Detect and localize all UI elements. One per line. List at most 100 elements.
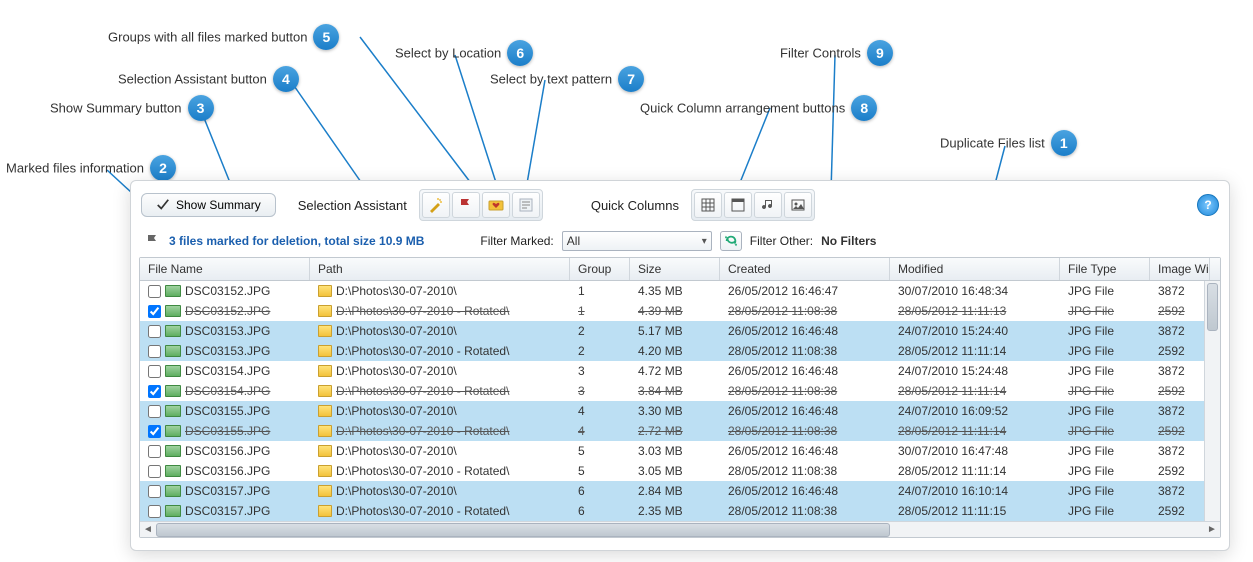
callout-5: Groups with all files marked button5 [108,24,339,50]
horizontal-scrollbar[interactable]: ◄ ► [140,521,1220,537]
file-type: JPG File [1060,484,1150,498]
file-created: 26/05/2012 16:46:48 [720,404,890,418]
file-created: 26/05/2012 16:46:47 [720,284,890,298]
quick-columns-image-button[interactable] [784,192,812,218]
file-size: 3.84 MB [630,384,720,398]
vertical-scrollbar[interactable] [1204,281,1220,521]
selection-wizard-button[interactable] [422,192,450,218]
row-checkbox[interactable] [148,505,161,518]
vertical-scroll-thumb[interactable] [1207,283,1218,331]
window-icon [730,197,746,213]
col-header-group[interactable]: Group [570,258,630,280]
file-thumbnail-icon [165,305,181,317]
col-header-type[interactable]: File Type [1060,258,1150,280]
file-name: DSC03152.JPG [185,284,270,298]
table-row[interactable]: DSC03155.JPGD:\Photos\30-07-2010\43.30 M… [140,401,1220,421]
file-group: 4 [570,424,630,438]
file-path: D:\Photos\30-07-2010\ [336,364,457,378]
file-name: DSC03152.JPG [185,304,270,318]
folder-icon [318,345,332,357]
file-type: JPG File [1060,424,1150,438]
file-path: D:\Photos\30-07-2010\ [336,324,457,338]
row-checkbox[interactable] [148,485,161,498]
file-name: DSC03154.JPG [185,384,270,398]
file-modified: 24/07/2010 15:24:48 [890,364,1060,378]
col-header-modified[interactable]: Modified [890,258,1060,280]
file-thumbnail-icon [165,365,181,377]
flag-icon [145,233,161,249]
file-modified: 24/07/2010 15:24:40 [890,324,1060,338]
help-button[interactable]: ? [1197,194,1219,216]
quick-columns-grid-button[interactable] [694,192,722,218]
row-checkbox[interactable] [148,405,161,418]
table-row[interactable]: DSC03153.JPGD:\Photos\30-07-2010 - Rotat… [140,341,1220,361]
scroll-right-button[interactable]: ► [1204,523,1220,537]
file-type: JPG File [1060,344,1150,358]
col-header-image-width[interactable]: Image Width [1150,258,1210,280]
filter-other-value: No Filters [821,234,876,248]
groups-all-marked-button[interactable] [452,192,480,218]
file-thumbnail-icon [165,425,181,437]
file-name: DSC03153.JPG [185,344,270,358]
filter-refresh-button[interactable] [720,231,742,251]
table-row[interactable]: DSC03154.JPGD:\Photos\30-07-2010 - Rotat… [140,381,1220,401]
row-checkbox[interactable] [148,465,161,478]
selection-assistant-group [419,189,543,221]
table-row[interactable]: DSC03156.JPGD:\Photos\30-07-2010\53.03 M… [140,441,1220,461]
folder-icon [318,285,332,297]
file-created: 26/05/2012 16:46:48 [720,484,890,498]
quick-columns-group [691,189,815,221]
folder-icon [318,485,332,497]
file-size: 2.72 MB [630,424,720,438]
quick-columns-window-button[interactable] [724,192,752,218]
table-row[interactable]: DSC03153.JPGD:\Photos\30-07-2010\25.17 M… [140,321,1220,341]
select-by-text-pattern-button[interactable] [512,192,540,218]
file-thumbnail-icon [165,445,181,457]
col-header-created[interactable]: Created [720,258,890,280]
horizontal-scroll-thumb[interactable] [156,523,890,537]
filter-marked-select[interactable]: All ▾ [562,231,712,251]
select-by-location-button[interactable] [482,192,510,218]
hscroll-track[interactable] [156,523,1204,537]
row-checkbox[interactable] [148,365,161,378]
quick-columns-label: Quick Columns [591,198,679,213]
quick-columns-music-button[interactable] [754,192,782,218]
row-checkbox[interactable] [148,445,161,458]
image-width: 2592 [1150,464,1210,478]
show-summary-button[interactable]: Show Summary [141,193,276,217]
row-checkbox[interactable] [148,305,161,318]
callout-7: Select by text pattern7 [490,66,644,92]
file-type: JPG File [1060,504,1150,518]
table-row[interactable]: DSC03155.JPGD:\Photos\30-07-2010 - Rotat… [140,421,1220,441]
col-header-size[interactable]: Size [630,258,720,280]
file-size: 5.17 MB [630,324,720,338]
file-size: 3.30 MB [630,404,720,418]
grid-icon [700,197,716,213]
col-header-path[interactable]: Path [310,258,570,280]
table-row[interactable]: DSC03157.JPGD:\Photos\30-07-2010 - Rotat… [140,501,1220,521]
table-row[interactable]: DSC03156.JPGD:\Photos\30-07-2010 - Rotat… [140,461,1220,481]
image-width: 2592 [1150,504,1210,518]
file-group: 3 [570,364,630,378]
row-checkbox[interactable] [148,325,161,338]
file-size: 4.39 MB [630,304,720,318]
row-checkbox[interactable] [148,425,161,438]
row-checkbox[interactable] [148,385,161,398]
callout-3: Show Summary button3 [50,95,214,121]
file-group: 2 [570,324,630,338]
row-checkbox[interactable] [148,285,161,298]
table-row[interactable]: DSC03157.JPGD:\Photos\30-07-2010\62.84 M… [140,481,1220,501]
file-modified: 24/07/2010 16:09:52 [890,404,1060,418]
file-path: D:\Photos\30-07-2010\ [336,284,457,298]
table-row[interactable]: DSC03152.JPGD:\Photos\30-07-2010\14.35 M… [140,281,1220,301]
table-row[interactable]: DSC03152.JPGD:\Photos\30-07-2010 - Rotat… [140,301,1220,321]
col-header-name[interactable]: File Name [140,258,310,280]
file-created: 28/05/2012 11:08:38 [720,304,890,318]
scroll-left-button[interactable]: ◄ [140,523,156,537]
grid-body[interactable]: DSC03152.JPGD:\Photos\30-07-2010\14.35 M… [140,281,1220,521]
table-row[interactable]: DSC03154.JPGD:\Photos\30-07-2010\34.72 M… [140,361,1220,381]
flag-icon [458,197,474,213]
row-checkbox[interactable] [148,345,161,358]
file-created: 26/05/2012 16:46:48 [720,324,890,338]
filter-other-label: Filter Other: [750,234,813,248]
